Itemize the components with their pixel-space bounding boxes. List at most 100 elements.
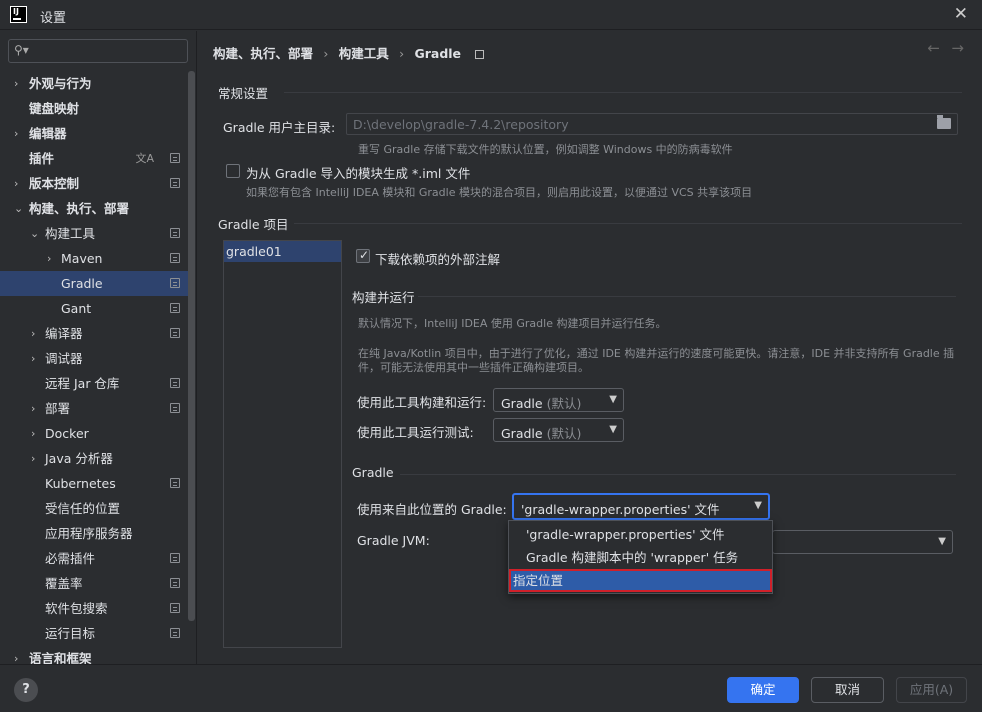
general-settings-title: 常规设置: [218, 86, 269, 101]
sidebar-item-gradle[interactable]: Gradle: [0, 271, 188, 296]
forward-arrow-icon[interactable]: →: [951, 39, 964, 57]
window-title: 设置: [40, 11, 67, 26]
dropdown-arrow-icon: ▼: [938, 536, 946, 547]
project-settings-icon: [170, 278, 180, 288]
sidebar-item-java-profiler[interactable]: › Java 分析器: [0, 446, 188, 471]
project-settings-icon: [170, 303, 180, 313]
breadcrumb-separator: ›: [323, 46, 329, 61]
project-settings-icon: [170, 378, 180, 388]
project-settings-icon: [170, 153, 180, 163]
gradle-section-title: Gradle: [352, 465, 394, 480]
translate-icon: 文A: [135, 152, 154, 165]
download-annotations-label: 下载依赖项的外部注解: [375, 252, 501, 267]
section-divider: [284, 92, 962, 93]
section-divider: [294, 223, 962, 224]
sidebar-item-docker[interactable]: › Docker: [0, 421, 188, 446]
chevron-right-icon: ›: [31, 327, 36, 340]
option-wrapper-task[interactable]: Gradle 构建脚本中的 'wrapper' 任务: [509, 546, 772, 569]
generate-iml-label: 为从 Gradle 导入的模块生成 *.iml 文件: [246, 166, 471, 181]
sidebar-item-editor[interactable]: › 编辑器: [0, 121, 188, 146]
settings-sidebar: ⚲▾ › 外观与行为 键盘映射 › 编辑器 插件 文A › 版本控制 ⌄ 构建、执行、部署…: [0, 31, 196, 664]
run-tests-with-label: 使用此工具运行测试:: [357, 425, 474, 440]
breadcrumb-build-tools[interactable]: 构建工具: [339, 46, 389, 61]
option-wrapper-properties[interactable]: 'gradle-wrapper.properties' 文件: [509, 523, 772, 546]
section-divider: [400, 474, 956, 475]
project-item-gradle01[interactable]: gradle01: [224, 241, 341, 262]
help-button[interactable]: ?: [14, 678, 38, 702]
build-run-title: 构建并运行: [352, 290, 415, 305]
intellij-logo-icon: IJ: [10, 6, 27, 23]
project-settings-icon: [170, 228, 180, 238]
build-run-hint-plugins: 件，可能无法使用其中一些插件正确构建项目。: [358, 361, 589, 374]
sidebar-item-build-execution-deployment[interactable]: ⌄ 构建、执行、部署: [0, 196, 188, 221]
sidebar-item-plugins[interactable]: 插件 文A: [0, 146, 188, 171]
generate-iml-checkbox[interactable]: [226, 164, 240, 178]
chevron-right-icon: ›: [31, 352, 36, 365]
sidebar-item-remote-jar[interactable]: 远程 Jar 仓库: [0, 371, 188, 396]
folder-icon[interactable]: [937, 115, 951, 129]
close-icon[interactable]: ✕: [954, 4, 968, 24]
sidebar-item-package-search[interactable]: 软件包搜索: [0, 596, 188, 621]
sidebar-item-app-servers[interactable]: 应用程序服务器: [0, 521, 188, 546]
sidebar-item-coverage[interactable]: 覆盖率: [0, 571, 188, 596]
gradle-distribution-dropdown: 'gradle-wrapper.properties' 文件 Gradle 构建…: [508, 520, 773, 594]
sidebar-item-required-plugins[interactable]: 必需插件: [0, 546, 188, 571]
build-run-hint: 默认情况下，IntelliJ IDEA 使用 Gradle 构建项目并运行任务。: [358, 317, 667, 330]
gradle-home-field[interactable]: D:\develop\gradle-7.4.2\repository: [346, 113, 958, 135]
search-icon: ⚲▾: [14, 43, 29, 57]
sidebar-item-maven[interactable]: › Maven: [0, 246, 188, 271]
checkmark-icon: ✓: [359, 248, 370, 262]
chevron-right-icon: ›: [31, 452, 36, 465]
chevron-down-icon: ⌄: [14, 202, 24, 215]
sidebar-item-build-tools[interactable]: ⌄ 构建工具: [0, 221, 188, 246]
sidebar-item-keymap[interactable]: 键盘映射: [0, 96, 188, 121]
sidebar-scrollbar[interactable]: [188, 71, 195, 621]
dropdown-arrow-icon: ▼: [609, 424, 617, 435]
section-divider: [418, 296, 956, 297]
chevron-right-icon: ›: [14, 127, 19, 140]
breadcrumb-build-execution-deployment[interactable]: 构建、执行、部署: [213, 46, 313, 61]
build-run-with-select[interactable]: Gradle (默认) ▼: [493, 388, 624, 412]
back-arrow-icon[interactable]: ←: [927, 39, 940, 57]
settings-tree: › 外观与行为 键盘映射 › 编辑器 插件 文A › 版本控制 ⌄ 构建、执行、部署 ⌄ 构…: [0, 71, 188, 664]
sidebar-item-appearance[interactable]: › 外观与行为: [0, 71, 188, 96]
chevron-down-icon: ⌄: [30, 227, 40, 240]
option-specified-location[interactable]: 指定位置: [509, 569, 772, 592]
project-settings-icon: [170, 628, 180, 638]
download-annotations-checkbox[interactable]: ✓: [356, 248, 370, 263]
project-settings-icon: [170, 403, 180, 413]
run-tests-with-select[interactable]: Gradle (默认) ▼: [493, 418, 624, 442]
sidebar-item-deployment[interactable]: › 部署: [0, 396, 188, 421]
project-settings-icon: [170, 478, 180, 488]
gradle-jvm-select[interactable]: ▼: [772, 530, 953, 554]
project-settings-icon: [170, 553, 180, 563]
gradle-distribution-select[interactable]: 'gradle-wrapper.properties' 文件 ▼: [512, 493, 770, 520]
sidebar-item-languages-frameworks[interactable]: › 语言和框架: [0, 646, 188, 664]
sidebar-item-debugger[interactable]: › 调试器: [0, 346, 188, 371]
project-settings-icon: [475, 50, 485, 59]
sidebar-item-run-targets[interactable]: 运行目标: [0, 621, 188, 646]
gradle-home-label: Gradle 用户主目录:: [223, 120, 336, 135]
breadcrumb: 构建、执行、部署 › 构建工具 › Gradle: [213, 43, 490, 62]
sidebar-item-vcs[interactable]: › 版本控制: [0, 171, 188, 196]
gradle-from-label: 使用来自此位置的 Gradle:: [357, 502, 507, 517]
chevron-right-icon: ›: [14, 652, 19, 664]
sidebar-item-kubernetes[interactable]: Kubernetes: [0, 471, 188, 496]
ok-button[interactable]: 确定: [727, 677, 799, 703]
apply-button[interactable]: 应用(A): [896, 677, 967, 703]
sidebar-item-gant[interactable]: Gant: [0, 296, 188, 321]
chevron-right-icon: ›: [31, 402, 36, 415]
sidebar-item-trusted-locations[interactable]: 受信任的位置: [0, 496, 188, 521]
gradle-home-hint: 重写 Gradle 存储下载文件的默认位置，例如调整 Windows 中的防病毒…: [358, 143, 733, 156]
chevron-right-icon: ›: [47, 252, 52, 265]
gradle-project-list: gradle01: [223, 240, 342, 648]
cancel-button[interactable]: 取消: [811, 677, 884, 703]
dropdown-arrow-icon: ▼: [609, 394, 617, 405]
project-settings-icon: [170, 253, 180, 263]
build-run-with-label: 使用此工具构建和运行:: [357, 395, 487, 410]
chevron-right-icon: ›: [31, 427, 36, 440]
breadcrumb-gradle: Gradle: [414, 46, 462, 61]
sidebar-item-compiler[interactable]: › 编译器: [0, 321, 188, 346]
project-settings-icon: [170, 328, 180, 338]
settings-search-input[interactable]: ⚲▾: [8, 39, 188, 63]
